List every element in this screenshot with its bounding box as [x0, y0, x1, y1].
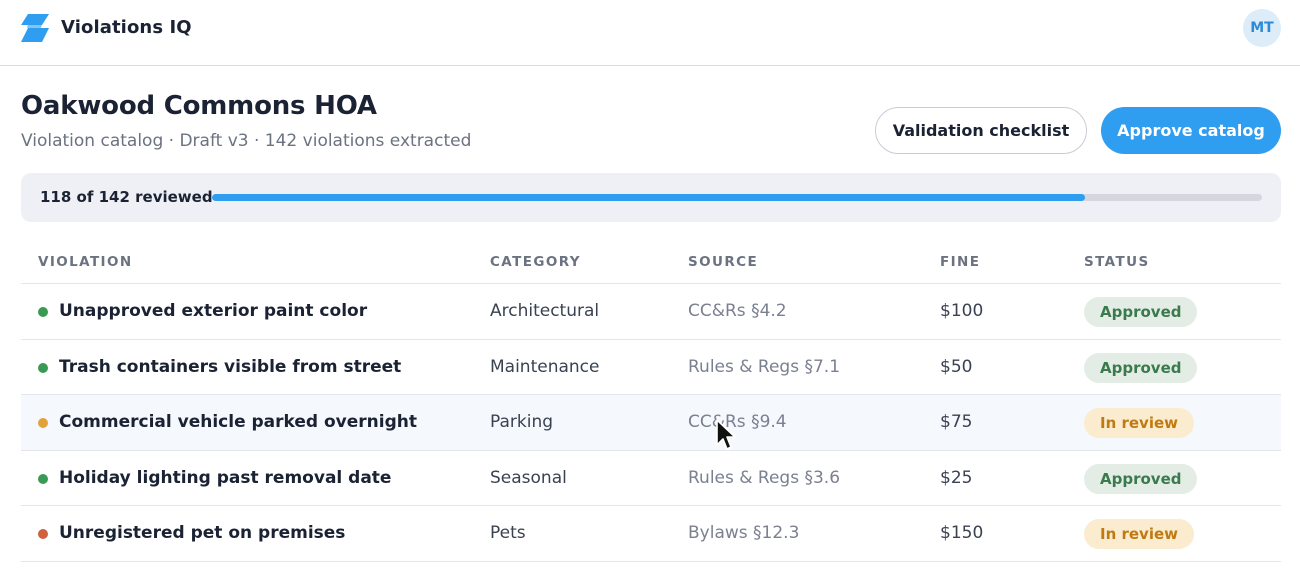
status-badge: Approved [1084, 463, 1198, 494]
top-bar: Violations IQ MT [0, 0, 1300, 66]
status-badge: Approved [1084, 297, 1198, 327]
lightning-logo-icon [21, 14, 49, 42]
violation-category: Maintenance [490, 356, 600, 377]
violation-source: Rules & Regs §7.1 [688, 356, 841, 377]
table-row[interactable]: Unapproved exterior paint color Architec… [21, 284, 1281, 340]
column-header-violation[interactable]: VIOLATION [38, 254, 133, 270]
violation-fine: $100 [940, 301, 984, 321]
table-row[interactable]: Unregistered pet on premises Pets Bylaws… [21, 506, 1281, 562]
table-row[interactable]: Commercial vehicle parked overnight Park… [21, 395, 1281, 451]
violation-source: Rules & Regs §3.6 [688, 467, 841, 488]
progress-fill [212, 194, 1085, 201]
progress-label: 118 of 142 reviewed [40, 188, 213, 206]
status-dot-icon [38, 362, 48, 373]
column-header-category[interactable]: CATEGORY [490, 254, 581, 270]
table-header: VIOLATION CATEGORY SOURCE FINE STATUS [21, 240, 1281, 284]
review-progress-panel: 118 of 142 reviewed [21, 173, 1281, 222]
page-title: Oakwood Commons HOA [21, 91, 377, 121]
column-header-fine[interactable]: FINE [940, 254, 980, 270]
violation-name: Holiday lighting past removal date [59, 467, 392, 488]
status-badge: In review [1084, 519, 1195, 550]
violations-table: VIOLATION CATEGORY SOURCE FINE STATUS Un… [21, 240, 1281, 562]
violation-category: Seasonal [490, 467, 567, 488]
status-badge: Approved [1084, 352, 1198, 383]
violation-name: Unregistered pet on premises [59, 523, 346, 544]
violation-category: Architectural [490, 301, 600, 321]
page-subtitle: Violation catalog · Draft v3 · 142 viola… [21, 131, 472, 151]
status-dot-icon [38, 418, 48, 429]
violation-name: Commercial vehicle parked overnight [59, 412, 418, 433]
violation-fine: $50 [940, 356, 973, 377]
status-dot-icon [38, 307, 48, 317]
violation-source: CC&Rs §4.2 [688, 301, 787, 321]
validation-checklist-button[interactable]: Validation checklist [875, 107, 1087, 154]
column-header-source[interactable]: SOURCE [688, 254, 758, 270]
violation-fine: $25 [940, 467, 973, 488]
violation-fine: $75 [940, 412, 973, 433]
status-badge: In review [1084, 408, 1195, 439]
column-header-status[interactable]: STATUS [1084, 254, 1150, 270]
user-avatar[interactable]: MT [1243, 9, 1281, 47]
violation-name: Unapproved exterior paint color [59, 301, 368, 321]
progress-track [212, 194, 1262, 201]
violation-category: Parking [490, 412, 554, 433]
violation-source: CC&Rs §9.4 [688, 412, 787, 433]
table-row[interactable]: Holiday lighting past removal date Seaso… [21, 451, 1281, 507]
violation-fine: $150 [940, 523, 984, 544]
approve-catalog-button[interactable]: Approve catalog [1101, 107, 1281, 154]
violation-category: Pets [490, 523, 526, 544]
table-row[interactable]: Trash containers visible from street Mai… [21, 340, 1281, 396]
violation-name: Trash containers visible from street [59, 356, 402, 377]
app-name: Violations IQ [61, 17, 192, 38]
violation-source: Bylaws §12.3 [688, 523, 800, 544]
status-dot-icon [38, 473, 48, 484]
status-dot-icon [38, 529, 48, 540]
